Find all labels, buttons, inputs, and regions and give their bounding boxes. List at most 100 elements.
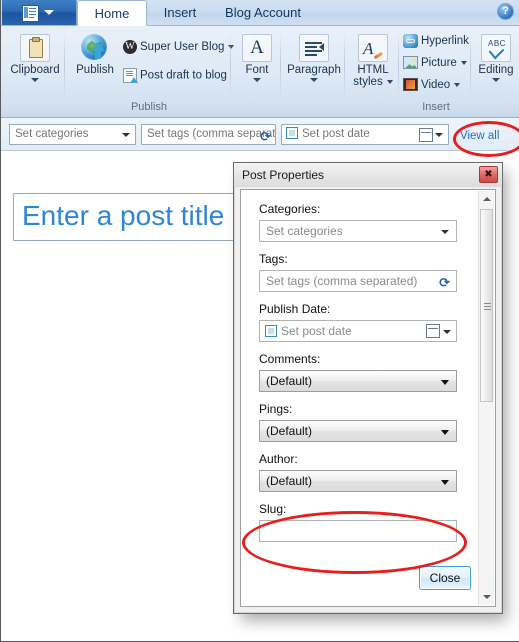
refresh-tags-icon[interactable]: ⟳: [439, 273, 450, 291]
dialog-publish-date-field[interactable]: Set post date: [259, 320, 457, 342]
paragraph-button[interactable]: Paragraph: [283, 34, 345, 82]
document-menu-icon[interactable]: [22, 5, 39, 22]
calendar-icon[interactable]: [426, 324, 440, 338]
video-icon: [403, 78, 418, 92]
ribbon-group-font: A Font: [233, 28, 281, 114]
editing-dropdown-caret[interactable]: [492, 78, 500, 82]
video-button[interactable]: Video: [403, 78, 461, 92]
chevron-down-icon[interactable]: [386, 79, 393, 84]
categories-field[interactable]: Set categories: [9, 124, 136, 145]
picture-label: Picture: [421, 57, 457, 69]
title-bar: Home Insert Blog Account ?: [1, 0, 519, 26]
tags-label: Tags:: [259, 252, 288, 266]
close-button[interactable]: Close: [419, 566, 471, 590]
scroll-thumb[interactable]: [480, 209, 493, 402]
view-all-link[interactable]: View all: [460, 130, 499, 142]
post-date-checkbox[interactable]: [265, 324, 277, 337]
dialog-title-bar[interactable]: Post Properties ✖: [234, 163, 502, 187]
font-a-icon: A: [242, 34, 272, 62]
picture-button[interactable]: Picture: [403, 56, 467, 70]
post-title-input[interactable]: Enter a post title: [13, 193, 263, 241]
messenger-window: Home Insert Blog Account ? Clipboard Pub…: [0, 0, 519, 642]
close-glyph: ✖: [484, 169, 493, 180]
chevron-down-icon[interactable]: [122, 133, 130, 137]
dialog-comments-value: (Default): [266, 374, 313, 388]
dialog-slug-input[interactable]: [259, 520, 457, 542]
chevron-down-icon[interactable]: [460, 60, 467, 65]
ribbon-group-insert: Hyperlink Picture Video Insert: [401, 28, 471, 114]
video-label: Video: [421, 79, 451, 91]
scroll-up-icon[interactable]: [479, 191, 494, 207]
insert-group-label: Insert: [422, 101, 450, 113]
dialog-pings-combo[interactable]: (Default): [259, 420, 457, 442]
dialog-body: Categories: Set categories Tags: Set tag…: [240, 189, 496, 607]
publish-group-label: Publish: [130, 101, 168, 113]
html-styles-icon: A: [358, 34, 388, 62]
clipboard-label: Clipboard: [10, 64, 60, 76]
dialog-tags-value: Set tags (comma separated): [266, 274, 418, 288]
refresh-tags-icon[interactable]: ⟳: [260, 127, 271, 144]
ribbon-group-paragraph: Paragraph: [283, 28, 345, 114]
font-dropdown-caret[interactable]: [253, 78, 261, 82]
tab-home[interactable]: Home: [77, 0, 147, 26]
group-separator: [230, 32, 231, 100]
dialog-categories-combo[interactable]: Set categories: [259, 220, 457, 242]
post-properties-dialog: Post Properties ✖ Categories: Set catego…: [233, 162, 503, 614]
chevron-down-icon[interactable]: [44, 10, 54, 15]
html-styles-button[interactable]: A HTML styles: [347, 34, 399, 88]
publish-button[interactable]: Publish: [69, 34, 121, 76]
clipboard-icon: [20, 34, 50, 62]
editing-label: Editing: [478, 64, 514, 76]
help-glyph: ?: [502, 5, 509, 17]
group-separator: [280, 32, 281, 100]
hyperlink-button[interactable]: Hyperlink: [403, 34, 469, 48]
calendar-icon[interactable]: [419, 128, 433, 142]
ribbon-group-html-styles: A HTML styles: [347, 28, 399, 114]
clipboard-dropdown-caret[interactable]: [31, 78, 39, 82]
paragraph-dropdown-caret[interactable]: [310, 78, 318, 82]
font-button[interactable]: A Font: [233, 34, 281, 82]
close-button-label: Close: [429, 571, 461, 585]
dialog-tags-input[interactable]: Set tags (comma separated) ⟳: [259, 270, 457, 292]
tab-home-label: Home: [94, 6, 130, 21]
chevron-down-icon[interactable]: [441, 480, 449, 485]
tab-insert[interactable]: Insert: [151, 0, 209, 26]
tab-blog-account-label: Blog Account: [225, 5, 301, 20]
chevron-down-icon[interactable]: [441, 430, 449, 435]
post-date-checkbox[interactable]: [286, 126, 298, 139]
editing-button[interactable]: ABC Editing: [473, 34, 519, 82]
post-properties-bar: Set categories Set tags (comma separated…: [1, 118, 519, 151]
chevron-down-icon[interactable]: [435, 133, 443, 137]
post-title-placeholder: Enter a post title: [22, 200, 225, 231]
ribbon-group-editing: ABC Editing: [473, 28, 519, 114]
dialog-comments-combo[interactable]: (Default): [259, 370, 457, 392]
scroll-down-icon[interactable]: [479, 589, 494, 605]
categories-label: Categories:: [259, 202, 321, 216]
chevron-down-icon[interactable]: [443, 330, 451, 334]
comments-label: Comments:: [259, 352, 321, 366]
pings-label: Pings:: [259, 402, 293, 416]
post-draft-icon: [123, 68, 138, 83]
publish-date-label: Publish Date:: [259, 302, 331, 316]
clipboard-button[interactable]: Clipboard: [5, 34, 65, 82]
post-date-field[interactable]: Set post date: [281, 124, 449, 145]
chevron-down-icon[interactable]: [441, 230, 449, 234]
font-label: Font: [245, 64, 269, 76]
categories-value: Set categories: [15, 128, 89, 140]
publish-label: Publish: [76, 64, 114, 76]
post-draft-to-blog-button[interactable]: Post draft to blog: [123, 68, 227, 83]
dialog-author-value: (Default): [266, 474, 313, 488]
picture-icon: [403, 56, 418, 70]
slug-label: Slug:: [259, 502, 287, 516]
close-icon[interactable]: ✖: [479, 166, 498, 183]
dialog-scrollbar[interactable]: [478, 191, 494, 605]
tags-field[interactable]: Set tags (comma separated) ⟳: [141, 124, 276, 145]
dialog-author-combo[interactable]: (Default): [259, 470, 457, 492]
quick-access-toolbar[interactable]: [2, 0, 77, 25]
tab-blog-account[interactable]: Blog Account: [211, 0, 315, 26]
author-label: Author:: [259, 452, 298, 466]
chevron-down-icon[interactable]: [441, 380, 449, 385]
help-icon[interactable]: ?: [497, 3, 514, 20]
super-user-blog-button[interactable]: W Super User Blog: [123, 40, 235, 54]
chevron-down-icon[interactable]: [454, 82, 461, 87]
